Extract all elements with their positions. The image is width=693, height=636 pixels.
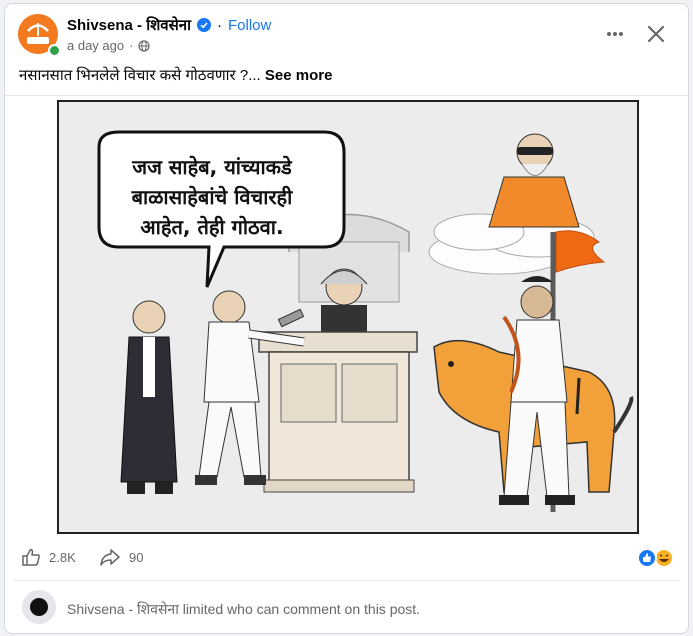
comment-restriction-row: Shivsena - शिवसेना limited who can comme…: [5, 586, 688, 630]
like-count-button[interactable]: 2.8K: [21, 547, 76, 567]
speech-bubble-text: जज साहेब, यांच्याकडे बाळासाहेबांचे विचार…: [131, 155, 293, 239]
user-avatar: [22, 590, 56, 624]
post-author-row: Shivsena - शिवसेना · Follow: [67, 15, 271, 35]
cartoon-image: जज साहेब, यांच्याकडे बाळासाहेबांचे विचार…: [57, 100, 639, 534]
verified-badge-icon: [196, 18, 211, 32]
more-options-icon: [607, 32, 623, 36]
follow-button[interactable]: Follow: [228, 17, 271, 34]
page-name[interactable]: Shivsena - शिवसेना: [67, 15, 191, 35]
close-button[interactable]: [642, 20, 670, 48]
post-caption: नसानसात भिनलेले विचार कसे गोठवणार ?... S…: [19, 65, 332, 85]
more-options-button[interactable]: [601, 22, 629, 46]
like-haha-reactions-icon: [637, 548, 674, 568]
share-count: 90: [129, 549, 144, 565]
comment-restriction-notice: Shivsena - शिवसेना limited who can comme…: [67, 601, 421, 617]
share-count-button[interactable]: 90: [99, 547, 143, 567]
caption-text: नसानसात भिनलेले विचार कसे गोठवणार ?...: [19, 67, 261, 84]
post-stats-bar: 2.8K 90: [5, 539, 688, 577]
divider: [13, 580, 680, 581]
see-more-link[interactable]: See more: [265, 67, 333, 84]
globe-icon: [138, 39, 151, 52]
post-header: Shivsena - शिवसेना · Follow a day ago ·: [5, 4, 688, 64]
share-icon: [100, 549, 120, 566]
online-status-dot: [48, 44, 61, 57]
reactions-summary[interactable]: [635, 547, 675, 569]
like-icon: [22, 548, 40, 566]
post-meta: a day ago ·: [67, 38, 151, 53]
close-icon: [647, 25, 665, 43]
post-card: Shivsena - शिवसेना · Follow a day ago ·: [4, 3, 689, 634]
post-timestamp[interactable]: a day ago: [67, 38, 124, 53]
separator: ·: [216, 16, 222, 34]
meta-separator: ·: [129, 38, 134, 53]
post-image-container[interactable]: जज साहेब, यांच्याकडे बाळासाहेबांचे विचार…: [5, 96, 688, 536]
like-count: 2.8K: [49, 549, 76, 565]
